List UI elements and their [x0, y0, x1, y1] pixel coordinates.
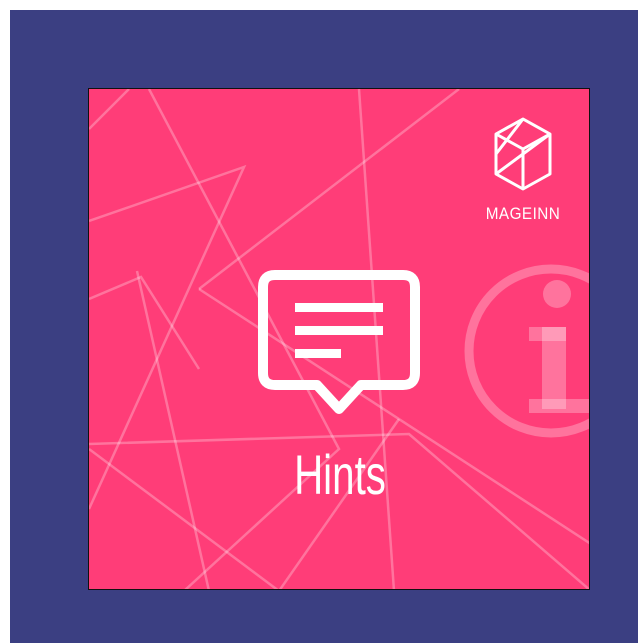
outer-frame: MAGEINN Hints	[10, 10, 638, 643]
info-icon	[464, 264, 589, 438]
product-card: MAGEINN Hints	[88, 88, 590, 590]
hexagon-cube-icon	[494, 117, 552, 191]
speech-bubble-lines-icon	[258, 270, 420, 414]
brand-name: MAGEINN	[485, 204, 561, 223]
product-title: Hints	[294, 443, 386, 506]
brand-logo: MAGEINN	[475, 117, 571, 224]
